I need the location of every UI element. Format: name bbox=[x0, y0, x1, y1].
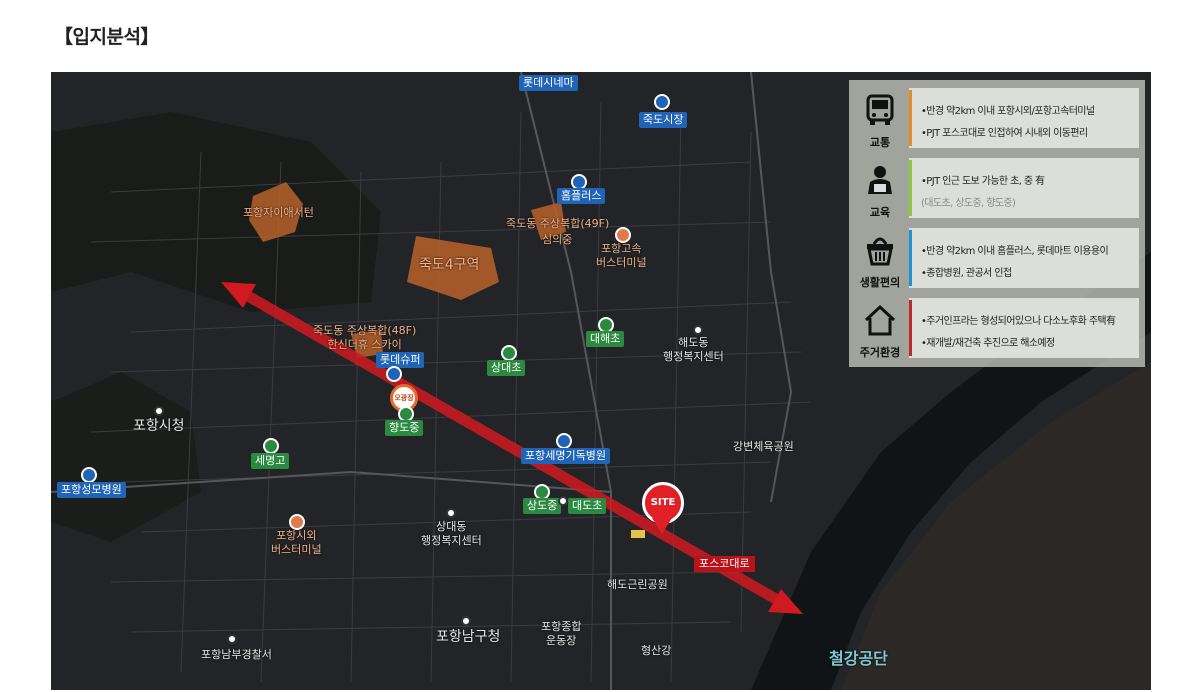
steel-park-label: 철강공단 bbox=[829, 649, 888, 668]
panel-line: (대도초, 상도중, 향도중) bbox=[921, 198, 1016, 209]
panel-line: •주거인프라는 형성되어있으나 다소노후화 주택有 bbox=[921, 316, 1116, 327]
panel-line: •반경 약2km 이내 홈플러스, 롯데마트 이용용이 bbox=[921, 246, 1109, 257]
panel-icon-education: 교육 bbox=[855, 158, 905, 220]
daedo-e-label[interactable]: 대도초 bbox=[568, 498, 607, 514]
panel-bar-housing bbox=[909, 300, 912, 356]
semyeong-hosp-pin[interactable] bbox=[556, 433, 572, 449]
sangdae-center-label[interactable]: 상대동 행정복지센터 bbox=[421, 520, 482, 548]
panel-row-convenience: 생활편의 •반경 약2km 이내 홈플러스, 롯데마트 이용용이 •종합병원, … bbox=[855, 228, 1139, 290]
haedo-park-label[interactable]: 해도근린공원 bbox=[607, 578, 668, 592]
lotte-cinema-label[interactable]: 롯데시네마 bbox=[519, 75, 578, 91]
house-icon bbox=[864, 304, 896, 336]
panel-cat-education: 교육 bbox=[869, 206, 891, 219]
location-info-panel: 교통 •반경 약2km 이내 포항시외/포항고속터미널 •PJT 포스코대로 인… bbox=[849, 80, 1145, 367]
city-terminal-label[interactable]: 포항시외 버스터미널 bbox=[271, 529, 322, 557]
site-marker-tail bbox=[652, 518, 672, 534]
panel-row-education: 교육 •PJT 인근 도보 가능한 초, 중 有 (대도초, 상도중, 향도중) bbox=[855, 158, 1139, 220]
basket-icon bbox=[867, 237, 893, 266]
sangdae-e-pin[interactable] bbox=[501, 345, 517, 361]
panel-line: •종합병원, 관공서 인접 bbox=[921, 268, 1012, 279]
location-map[interactable]: 롯데시네마 죽도시장 홈플러스 포항자이애서턴 죽도동 주상복합(49F) 심의… bbox=[51, 72, 1151, 690]
jukdo-49f-label: 죽도동 주상복합(49F) bbox=[506, 217, 610, 230]
daehae-e-label[interactable]: 대해초 bbox=[586, 331, 625, 347]
city-hall-label[interactable]: 포항시청 bbox=[133, 419, 185, 433]
police-label[interactable]: 포항남부경찰서 bbox=[201, 648, 272, 662]
seongmo-hosp-pin[interactable] bbox=[81, 467, 97, 483]
panel-bar-convenience bbox=[909, 230, 912, 286]
city-terminal-pin[interactable] bbox=[289, 514, 305, 530]
bus-icon bbox=[866, 94, 894, 125]
jukdo-market-label[interactable]: 죽도시장 bbox=[639, 112, 688, 128]
panel-cat-housing: 주거환경 bbox=[859, 346, 901, 359]
gangbyeon-label[interactable]: 강변체육공원 bbox=[733, 440, 794, 454]
semyeong-h-label[interactable]: 세명고 bbox=[251, 453, 290, 469]
hyeongsan-label: 형산강 bbox=[641, 644, 672, 657]
namgu-office-label[interactable]: 포항남구청 bbox=[436, 630, 500, 644]
site-parcel bbox=[631, 530, 645, 538]
panel-cat-convenience: 생활편의 bbox=[859, 276, 901, 289]
daedo-e-dot bbox=[558, 496, 568, 506]
haedo-center-dot bbox=[693, 325, 703, 335]
stadium-label[interactable]: 포항종합 운동장 bbox=[541, 620, 581, 648]
panel-cat-transport: 교통 bbox=[869, 136, 891, 149]
posco-road-label: 포스코대로 bbox=[694, 556, 755, 572]
simui-label: 심의중 bbox=[542, 233, 573, 246]
panel-box-housing: •주거인프라는 형성되어있으나 다소노후화 주택有 •재개발/재건축 추진으로 … bbox=[909, 298, 1139, 358]
panel-box-education: •PJT 인근 도보 가능한 초, 중 有 (대도초, 상도중, 향도중) bbox=[909, 158, 1139, 218]
sangdae-e-label[interactable]: 상대초 bbox=[487, 360, 526, 376]
page-title: 【입지분석】 bbox=[54, 26, 159, 48]
jukdo4-label: 죽도4구역 bbox=[419, 257, 480, 273]
homeplus-label[interactable]: 홈플러스 bbox=[557, 188, 606, 204]
panel-bar-education bbox=[909, 160, 912, 216]
panel-line: •재개발/재건축 추진으로 해소예정 bbox=[921, 338, 1055, 349]
jukdo-market-pin[interactable] bbox=[654, 94, 670, 110]
sangdae-center-dot bbox=[446, 508, 456, 518]
panel-line: •반경 약2km 이내 포항시외/포항고속터미널 bbox=[921, 106, 1095, 117]
jukdo-48f-label: 죽도동 주상복합(48F) 한신더휴 스카이 bbox=[313, 324, 417, 351]
panel-row-housing: 주거환경 •주거인프라는 형성되어있으나 다소노후화 주택有 •재개발/재건축 … bbox=[855, 298, 1139, 360]
panel-icon-convenience: 생활편의 bbox=[855, 228, 905, 290]
express-terminal-pin[interactable] bbox=[615, 227, 631, 243]
police-dot bbox=[227, 634, 237, 644]
panel-line: •PJT 포스코대로 인접하여 시내외 이동편리 bbox=[921, 128, 1088, 139]
namgu-office-dot bbox=[461, 616, 471, 626]
semyeong-hosp-label[interactable]: 포항세명기독병원 bbox=[521, 448, 610, 464]
panel-box-transport: •반경 약2km 이내 포항시외/포항고속터미널 •PJT 포스코대로 인접하여… bbox=[909, 88, 1139, 148]
express-terminal-label[interactable]: 포항고속 버스터미널 bbox=[596, 242, 647, 270]
semyeong-h-pin[interactable] bbox=[263, 438, 279, 454]
hyangdo-m-label[interactable]: 향도중 bbox=[385, 420, 424, 436]
panel-icon-housing: 주거환경 bbox=[855, 298, 905, 360]
panel-row-transport: 교통 •반경 약2km 이내 포항시외/포항고속터미널 •PJT 포스코대로 인… bbox=[855, 88, 1139, 150]
xi-center-label: 포항자이애서턴 bbox=[243, 206, 314, 219]
panel-bar-transport bbox=[909, 90, 912, 146]
lotte-super-label[interactable]: 롯데슈퍼 bbox=[376, 352, 425, 368]
lotte-super-pin[interactable] bbox=[386, 366, 402, 382]
haedo-center-label[interactable]: 해도동 행정복지센터 bbox=[663, 336, 724, 364]
panel-box-convenience: •반경 약2km 이내 홈플러스, 롯데마트 이용용이 •종합병원, 관공서 인… bbox=[909, 228, 1139, 288]
sangdo-m-label[interactable]: 상도중 bbox=[523, 498, 562, 514]
panel-line: •PJT 인근 도보 가능한 초, 중 有 bbox=[921, 176, 1045, 187]
seongmo-hosp-label[interactable]: 포항성모병원 bbox=[57, 482, 126, 498]
panel-icon-transport: 교통 bbox=[855, 88, 905, 150]
city-hall-dot bbox=[154, 406, 164, 416]
student-icon bbox=[868, 166, 892, 194]
